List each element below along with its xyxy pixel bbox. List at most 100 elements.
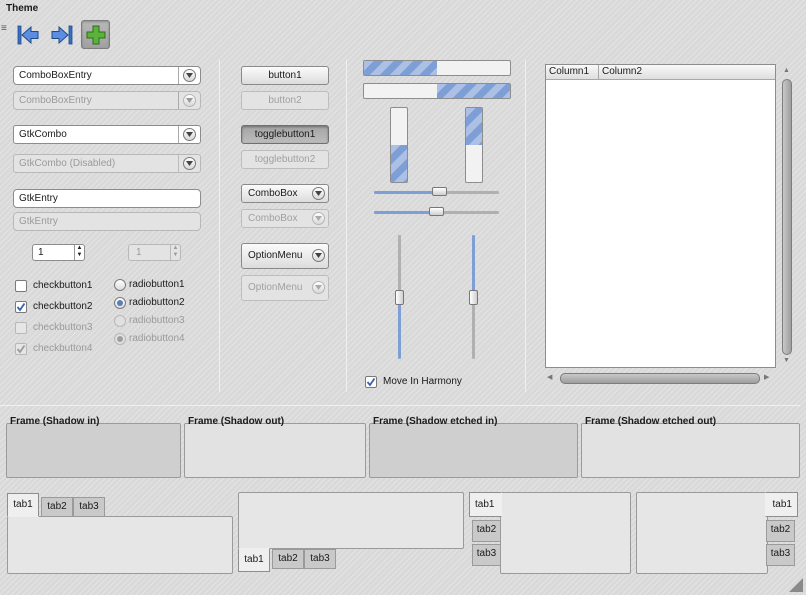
- combobox-entry-disabled: ComboBoxEntry: [13, 91, 201, 110]
- notebook-tabs-right: tab1 tab2 tab3: [636, 492, 798, 574]
- tab-1[interactable]: tab1: [469, 492, 502, 517]
- tree-hscrollbar[interactable]: ◀ ▶: [547, 372, 772, 386]
- tab-1[interactable]: tab1: [7, 493, 39, 517]
- spin-button-value: 1: [38, 247, 44, 258]
- vscale-1[interactable]: [393, 235, 407, 359]
- tab-3[interactable]: tab3: [73, 497, 105, 517]
- add-icon: [86, 25, 105, 44]
- tree-hscroll-thumb[interactable]: [560, 373, 760, 384]
- frame-label: Frame (Shadow out): [188, 416, 285, 427]
- tab-3[interactable]: tab3: [304, 549, 336, 569]
- hscale-thumb[interactable]: [432, 187, 447, 196]
- combobox-disabled-label: ComboBox: [248, 213, 298, 224]
- notebook-tabs-top: tab1 tab2 tab3: [7, 491, 234, 575]
- gtkcombo-dropdown[interactable]: [178, 126, 200, 143]
- radio-selected-icon[interactable]: [114, 297, 126, 309]
- progress-bar-left-to-right: [363, 60, 511, 76]
- frame-label: Frame (Shadow etched in): [373, 416, 498, 427]
- combobox[interactable]: ComboBox: [241, 184, 329, 203]
- radiobutton-label: radiobutton2: [129, 297, 185, 308]
- scroll-up-icon[interactable]: ▲: [783, 67, 790, 74]
- add-button[interactable]: [81, 20, 110, 49]
- tree-view[interactable]: Column1 Column2: [545, 64, 776, 368]
- combobox-label: ComboBox: [248, 188, 298, 199]
- tab-2[interactable]: tab2: [766, 520, 795, 542]
- toolbar-grip[interactable]: ≡: [1, 24, 8, 41]
- combobox-entry-dropdown[interactable]: [178, 67, 200, 84]
- frame-shadow-etched-in: [369, 423, 578, 478]
- notebook-page: [500, 492, 631, 574]
- gtk-entry[interactable]: GtkEntry: [13, 189, 201, 208]
- spin-arrows-icon[interactable]: ▲ ▼: [74, 245, 84, 260]
- tab-2[interactable]: tab2: [472, 520, 501, 542]
- combobox-entry-disabled-text: ComboBoxEntry: [19, 95, 92, 106]
- radiobutton-label: radiobutton1: [129, 279, 185, 290]
- column-separator: [219, 60, 220, 392]
- button-1[interactable]: button1: [241, 66, 329, 85]
- combobox-entry[interactable]: ComboBoxEntry: [13, 66, 201, 85]
- gtkcombo-disabled-dropdown: [178, 155, 200, 172]
- checkbutton-label: checkbutton3: [33, 322, 93, 333]
- progress-bar-right-to-left: [363, 83, 511, 99]
- spin-arrows-icon: ▲ ▼: [170, 245, 180, 260]
- resize-grip-icon[interactable]: [789, 578, 803, 592]
- radiobutton-label: radiobutton4: [129, 333, 185, 344]
- progress-bar-top-to-bottom: [465, 107, 483, 183]
- radio-icon[interactable]: [114, 279, 126, 291]
- window-title: Theme: [6, 3, 39, 14]
- combobox-disabled: ComboBox: [241, 209, 329, 228]
- progress-fill: [364, 61, 437, 75]
- spin-button[interactable]: 1 ▲ ▼: [32, 244, 85, 261]
- tab-1[interactable]: tab1: [765, 492, 798, 517]
- hscale-fill: [374, 191, 440, 194]
- radio-selected-icon: [114, 333, 126, 345]
- radiobutton-label: radiobutton3: [129, 315, 185, 326]
- go-last-button[interactable]: [47, 20, 76, 49]
- checkbox-checked-icon[interactable]: [15, 301, 27, 313]
- tab-2[interactable]: tab2: [272, 549, 304, 569]
- notebook-page: [7, 516, 233, 574]
- tab-1[interactable]: tab1: [238, 548, 270, 572]
- column-separator: [525, 60, 526, 392]
- scroll-left-icon[interactable]: ◀: [547, 373, 552, 381]
- tab-3[interactable]: tab3: [472, 544, 501, 566]
- hscale-2[interactable]: [374, 206, 499, 220]
- gtkcombo-disabled-text: GtkCombo (Disabled): [19, 158, 116, 169]
- vscale-thumb[interactable]: [469, 290, 478, 305]
- frame-label: Frame (Shadow in): [10, 416, 100, 427]
- hscale-thumb[interactable]: [429, 207, 444, 216]
- tab-3[interactable]: tab3: [766, 544, 795, 566]
- scroll-down-icon[interactable]: ▼: [783, 357, 790, 364]
- column-header-1[interactable]: Column1: [546, 65, 599, 80]
- column-header-2[interactable]: Column2: [599, 65, 775, 80]
- checkbutton-label: checkbutton2: [33, 301, 93, 312]
- combobox-entry-text: ComboBoxEntry: [19, 70, 92, 81]
- vscale-thumb[interactable]: [395, 290, 404, 305]
- togglebutton-1[interactable]: togglebutton1: [241, 125, 329, 144]
- scroll-right-icon[interactable]: ▶: [764, 373, 769, 381]
- vscale-fill: [472, 235, 475, 298]
- option-menu[interactable]: OptionMenu: [241, 243, 329, 269]
- togglebutton-2: togglebutton2: [241, 150, 329, 169]
- chevron-down-icon: [183, 69, 196, 82]
- tree-vscrollbar[interactable]: ▲ ▼: [780, 67, 794, 367]
- gtk-entry-disabled: GtkEntry: [13, 212, 201, 231]
- chevron-down-icon: [312, 281, 325, 294]
- go-first-button[interactable]: [13, 20, 42, 49]
- notebook-tabs-left: tab1 tab2 tab3: [469, 492, 631, 574]
- checkbox-checked-icon[interactable]: [365, 376, 377, 388]
- tab-2[interactable]: tab2: [41, 497, 73, 517]
- progress-fill: [391, 145, 407, 182]
- option-menu-disabled-label: OptionMenu: [248, 282, 303, 293]
- checkbox-icon[interactable]: [15, 280, 27, 292]
- hscale-1[interactable]: [374, 186, 499, 200]
- gtkcombo[interactable]: GtkCombo: [13, 125, 201, 144]
- gtkcombo-disabled: GtkCombo (Disabled): [13, 154, 201, 173]
- notebook-page: [238, 492, 464, 549]
- option-menu-disabled: OptionMenu: [241, 275, 329, 301]
- gtk-entry-text: GtkEntry: [19, 193, 58, 204]
- chevron-down-icon: [183, 94, 196, 107]
- vscale-fill: [398, 235, 401, 298]
- vscale-2[interactable]: [467, 235, 481, 359]
- tree-vscroll-thumb[interactable]: [782, 79, 792, 355]
